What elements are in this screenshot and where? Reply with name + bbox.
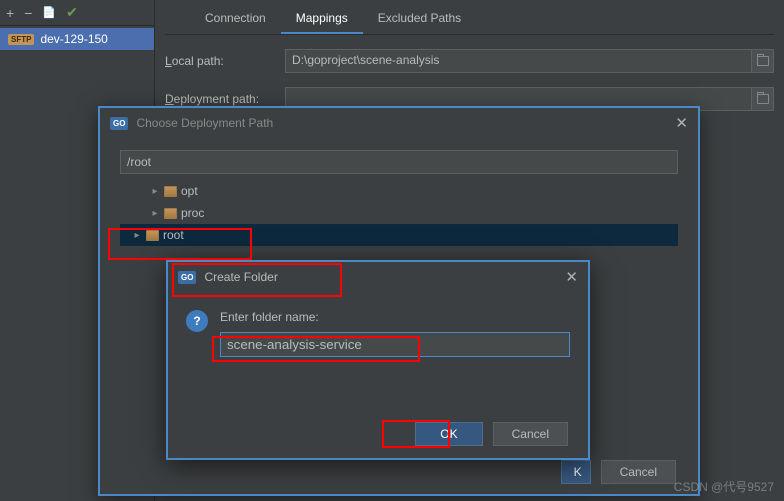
close-icon[interactable]: ✕ [565, 268, 578, 286]
cancel-button[interactable]: Cancel [493, 422, 568, 446]
folder-icon [146, 230, 159, 241]
inner-dialog-footer: OK Cancel [415, 422, 568, 446]
go-badge-icon: GO [178, 271, 196, 284]
close-icon[interactable]: ✕ [675, 114, 688, 132]
dialog-body: ? Enter folder name: [168, 292, 588, 369]
check-button[interactable]: ✔ [66, 4, 78, 21]
folder-icon [164, 186, 177, 197]
go-badge-icon: GO [110, 117, 128, 130]
ok-button[interactable]: K [561, 460, 591, 484]
tree-item-proc[interactable]: ▸ proc [120, 202, 678, 224]
tree-item-label: root [163, 228, 184, 242]
folder-name-prompt: Enter folder name: [220, 310, 570, 324]
deployment-path-label: Deployment path: [165, 92, 285, 106]
dialog-titlebar: GO Create Folder ✕ [168, 262, 588, 292]
folder-icon [757, 94, 769, 104]
cancel-button[interactable]: Cancel [601, 460, 676, 484]
copy-button[interactable]: 📄 [42, 6, 56, 19]
create-folder-dialog: GO Create Folder ✕ ? Enter folder name: … [166, 260, 590, 460]
server-name: dev-129-150 [40, 32, 107, 46]
browse-deployment-button[interactable] [752, 87, 774, 111]
tree-item-root[interactable]: ▸ root [120, 224, 678, 246]
folder-icon [164, 208, 177, 219]
sidebar-toolbar: + − 📄 ✔ [0, 0, 154, 26]
watermark: CSDN @代号9527 [674, 478, 774, 495]
folder-icon [757, 56, 769, 66]
dialog-titlebar: GO Choose Deployment Path ✕ [100, 108, 698, 138]
browse-local-button[interactable] [752, 49, 774, 73]
dialog-body: /root ▸ opt ▸ proc ▸ root [100, 138, 698, 258]
tab-excluded-paths[interactable]: Excluded Paths [363, 4, 476, 34]
tab-mappings[interactable]: Mappings [281, 4, 363, 34]
tab-connection[interactable]: Connection [190, 4, 281, 34]
outer-dialog-footer: K Cancel [561, 460, 676, 484]
remove-button[interactable]: − [24, 5, 32, 21]
add-button[interactable]: + [6, 5, 14, 21]
tabs: Connection Mappings Excluded Paths [165, 0, 774, 35]
tree-item-opt[interactable]: ▸ opt [120, 180, 678, 202]
tree-item-label: opt [181, 184, 198, 198]
folder-name-input[interactable] [220, 332, 570, 357]
root-path-input[interactable]: /root [120, 150, 678, 174]
ok-button[interactable]: OK [415, 422, 482, 446]
sftp-badge-icon: SFTP [8, 34, 34, 45]
dialog-title: Choose Deployment Path [136, 116, 675, 130]
question-icon: ? [186, 310, 208, 332]
folder-tree[interactable]: ▸ opt ▸ proc ▸ root [120, 180, 678, 246]
server-item[interactable]: SFTP dev-129-150 [0, 28, 154, 50]
local-path-row: Local path: D:\goproject\scene-analysis [165, 49, 774, 73]
chevron-right-icon: ▸ [132, 230, 142, 241]
local-path-value[interactable]: D:\goproject\scene-analysis [285, 49, 752, 73]
chevron-right-icon: ▸ [150, 208, 160, 219]
chevron-right-icon: ▸ [150, 186, 160, 197]
local-path-label: Local path: [165, 54, 285, 68]
dialog-title: Create Folder [204, 270, 565, 284]
tree-item-label: proc [181, 206, 204, 220]
